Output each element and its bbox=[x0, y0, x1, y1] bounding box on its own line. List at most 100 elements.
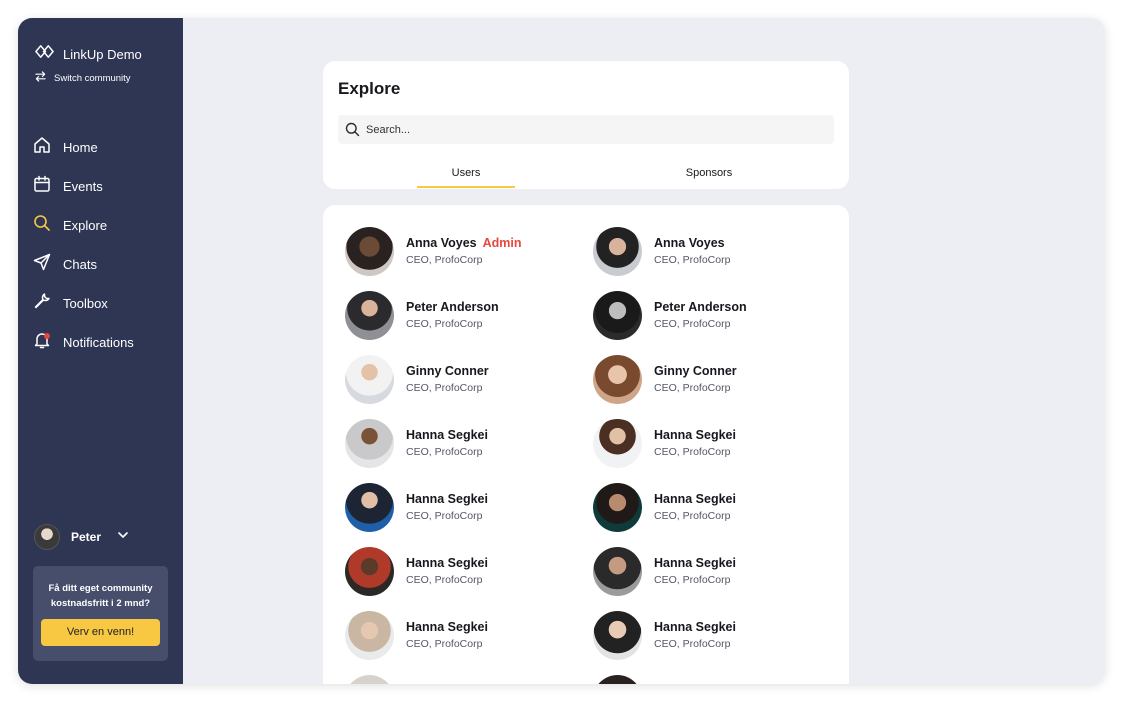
user-role: CEO, ProfoCorp bbox=[406, 510, 483, 522]
nav-item-home[interactable]: Home bbox=[33, 128, 173, 167]
user-name: Ginny Conner bbox=[654, 364, 737, 378]
avatar bbox=[345, 419, 394, 468]
avatar bbox=[345, 611, 394, 660]
user-role: CEO, ProfoCorp bbox=[406, 318, 483, 330]
user-menu[interactable]: Peter bbox=[34, 524, 129, 550]
nav-label: Toolbox bbox=[63, 296, 108, 311]
nav-label: Explore bbox=[63, 218, 108, 233]
referral-promo: Få ditt eget community kostnadsfritt i 2… bbox=[33, 566, 168, 661]
user-role: CEO, ProfoCorp bbox=[654, 254, 731, 266]
user-name: Anna Voyes bbox=[654, 236, 725, 250]
user-role: CEO, ProfoCorp bbox=[406, 638, 483, 650]
avatar bbox=[345, 483, 394, 532]
avatar bbox=[593, 675, 642, 684]
brand[interactable]: LinkUp Demo bbox=[35, 42, 142, 66]
refer-friend-button[interactable]: Verv en venn! bbox=[41, 619, 160, 646]
brand-name: LinkUp Demo bbox=[63, 46, 142, 62]
user-list-item[interactable]: Peter Anderson CEO, ProfoCorp bbox=[593, 291, 833, 341]
nav-item-events[interactable]: Events bbox=[33, 167, 173, 206]
avatar bbox=[345, 291, 394, 340]
active-tab-indicator bbox=[417, 186, 515, 188]
user-role: CEO, ProfoCorp bbox=[654, 446, 731, 458]
user-list-card: Anna Voyes Admin CEO, ProfoCorp Peter And… bbox=[323, 205, 849, 684]
user-role: CEO, ProfoCorp bbox=[406, 574, 483, 586]
avatar bbox=[593, 419, 642, 468]
chevron-down-icon bbox=[112, 528, 129, 546]
user-list-item[interactable]: Ginny Conner CEO, ProfoCorp bbox=[345, 355, 585, 405]
user-name: Hanna Segkei bbox=[654, 620, 736, 634]
swap-icon bbox=[35, 71, 46, 85]
user-list-item[interactable]: Peter Anderson CEO, ProfoCorp bbox=[345, 291, 585, 341]
avatar bbox=[34, 524, 60, 550]
user-list-item[interactable]: Hanna Segkei CEO, ProfoCorp bbox=[345, 611, 585, 661]
avatar bbox=[593, 291, 642, 340]
notification-dot bbox=[44, 333, 50, 339]
user-role: CEO, ProfoCorp bbox=[654, 638, 731, 650]
tab-users[interactable]: Users bbox=[417, 167, 515, 179]
search-bar bbox=[338, 115, 834, 144]
user-list-item[interactable]: Hanna Segkei CEO, ProfoCorp bbox=[345, 419, 585, 469]
avatar bbox=[593, 483, 642, 532]
user-name: Ginny Conner bbox=[406, 364, 489, 378]
user-list-item[interactable]: Hanna Segkei CEO, ProfoCorp bbox=[593, 483, 833, 533]
user-name: Hanna Segkei bbox=[406, 620, 488, 634]
nav-label: Events bbox=[63, 179, 103, 194]
calendar-icon bbox=[33, 175, 51, 198]
user-name: Hanna Segkei bbox=[654, 556, 736, 570]
user-name: Hanna Segkei bbox=[406, 556, 488, 570]
user-role: CEO, ProfoCorp bbox=[406, 254, 483, 266]
nav-item-explore[interactable]: Explore bbox=[33, 206, 173, 245]
app-window: LinkUp Demo Switch community Home Events… bbox=[18, 18, 1105, 684]
user-name-line: Anna Voyes Admin bbox=[406, 236, 522, 250]
avatar bbox=[345, 675, 394, 684]
avatar bbox=[593, 355, 642, 404]
user-list-item[interactable]: Hanna Segkei CEO, ProfoCorp bbox=[593, 611, 833, 661]
page-title: Explore bbox=[338, 79, 401, 98]
user-list-item[interactable] bbox=[593, 675, 833, 684]
admin-badge: Admin bbox=[482, 236, 522, 250]
home-icon bbox=[33, 136, 51, 159]
search-icon bbox=[33, 214, 51, 237]
sidebar: LinkUp Demo Switch community Home Events… bbox=[18, 18, 183, 684]
user-role: CEO, ProfoCorp bbox=[406, 446, 483, 458]
avatar bbox=[593, 227, 642, 276]
logo-icon bbox=[35, 42, 54, 66]
user-role: CEO, ProfoCorp bbox=[406, 382, 483, 394]
avatar bbox=[593, 611, 642, 660]
user-role: CEO, ProfoCorp bbox=[654, 382, 731, 394]
avatar bbox=[345, 547, 394, 596]
search-input[interactable] bbox=[366, 115, 826, 144]
nav-item-chats[interactable]: Chats bbox=[33, 245, 173, 284]
wrench-icon bbox=[33, 292, 51, 315]
nav-label: Notifications bbox=[63, 335, 134, 350]
nav-label: Chats bbox=[63, 257, 97, 272]
send-icon bbox=[33, 253, 51, 276]
switch-community-button[interactable]: Switch community bbox=[35, 71, 131, 85]
user-list-item[interactable] bbox=[345, 675, 585, 684]
user-name: Peter Anderson bbox=[654, 300, 747, 314]
user-list-item[interactable]: Ginny Conner CEO, ProfoCorp bbox=[593, 355, 833, 405]
user-list-item[interactable]: Hanna Segkei CEO, ProfoCorp bbox=[593, 547, 833, 597]
avatar bbox=[593, 547, 642, 596]
user-role: CEO, ProfoCorp bbox=[654, 574, 731, 586]
main-nav: Home Events Explore Chats Toolbox Notifi… bbox=[33, 128, 173, 362]
user-list-item[interactable]: Anna Voyes CEO, ProfoCorp bbox=[593, 227, 833, 277]
user-role: CEO, ProfoCorp bbox=[654, 318, 731, 330]
nav-label: Home bbox=[63, 140, 98, 155]
switch-community-label: Switch community bbox=[54, 72, 131, 84]
nav-item-notifications[interactable]: Notifications bbox=[33, 323, 173, 362]
user-list-item[interactable]: Anna Voyes Admin CEO, ProfoCorp bbox=[345, 227, 585, 277]
user-name: Hanna Segkei bbox=[654, 492, 736, 506]
user-name: Peter bbox=[71, 530, 102, 544]
user-name: Hanna Segkei bbox=[406, 428, 488, 442]
user-name: Anna Voyes bbox=[406, 236, 477, 250]
avatar bbox=[345, 355, 394, 404]
nav-item-toolbox[interactable]: Toolbox bbox=[33, 284, 173, 323]
user-list-item[interactable]: Hanna Segkei CEO, ProfoCorp bbox=[593, 419, 833, 469]
explore-header-card: Explore Users Sponsors bbox=[323, 61, 849, 189]
tab-sponsors[interactable]: Sponsors bbox=[663, 167, 755, 179]
user-list-item[interactable]: Hanna Segkei CEO, ProfoCorp bbox=[345, 547, 585, 597]
user-name: Hanna Segkei bbox=[654, 428, 736, 442]
user-list-item[interactable]: Hanna Segkei CEO, ProfoCorp bbox=[345, 483, 585, 533]
user-name: Hanna Segkei bbox=[406, 492, 488, 506]
